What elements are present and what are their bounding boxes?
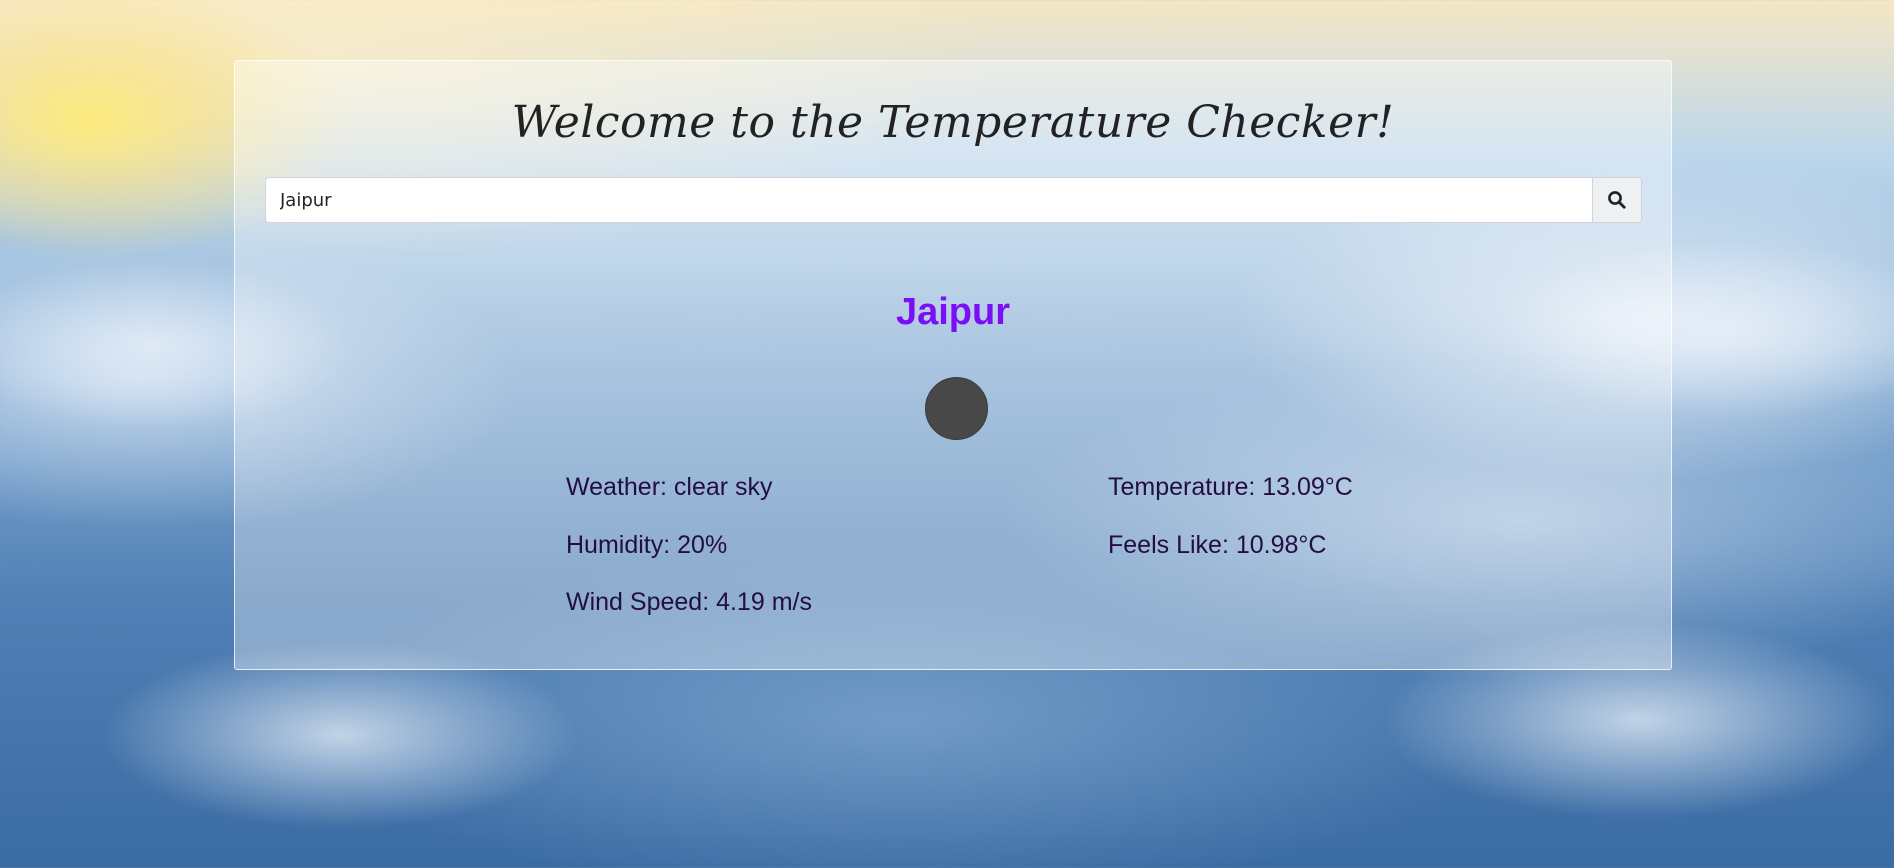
search-icon — [1607, 190, 1627, 210]
search-bar — [265, 177, 1642, 223]
search-button[interactable] — [1592, 177, 1642, 223]
weather-card: Welcome to the Temperature Checker! Jaip… — [234, 60, 1672, 670]
feels-like-value: Feels Like: 10.98°C — [1108, 531, 1327, 559]
wind-speed-value: Wind Speed: 4.19 m/s — [566, 588, 812, 616]
temperature-value: Temperature: 13.09°C — [1108, 473, 1353, 501]
page-title: Welcome to the Temperature Checker! — [511, 97, 1395, 148]
weather-icon — [925, 377, 988, 440]
city-name: Jaipur — [895, 291, 1011, 333]
humidity-value: Humidity: 20% — [566, 531, 728, 559]
weather-description: Weather: clear sky — [566, 473, 773, 501]
search-input[interactable] — [265, 177, 1592, 223]
